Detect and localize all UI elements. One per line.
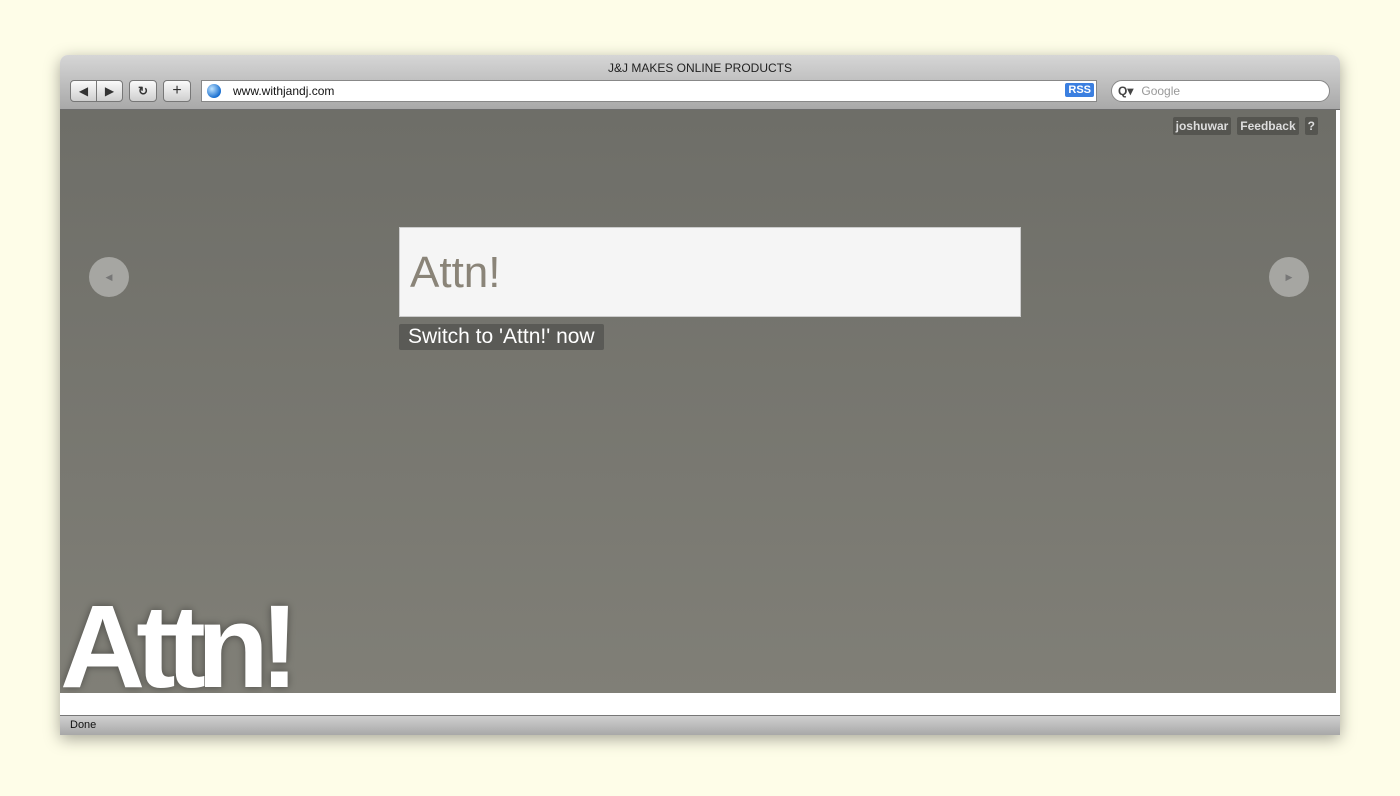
help-link[interactable]: ? [1304,117,1318,135]
feedback-link[interactable]: Feedback [1237,117,1299,135]
status-bar: Done [60,715,1340,735]
address-bar[interactable]: www.withjandj.com RSS [201,80,1097,102]
search-icon: Q▾ [1118,84,1134,98]
page-footer [60,693,1340,715]
search-placeholder: Google [1141,84,1181,98]
product-name-box: Attn! [399,227,1021,317]
window-title: J&J MAKES ONLINE PRODUCTS [607,61,793,75]
back-button[interactable]: ◀ [70,80,97,102]
user-link[interactable]: joshuwar [1172,117,1232,135]
next-arrow-button[interactable]: ▶ [1269,257,1309,297]
attn-logo: Attn! [60,581,299,693]
search-input[interactable]: Q▾ Google [1111,80,1330,102]
page-content: joshuwar Feedback ? ◀ ▶ Attn! Switch to … [60,110,1336,693]
forward-button[interactable]: ▶ [96,80,123,102]
browser-window: J&J MAKES ONLINE PRODUCTS ◀ ▶ ↻ + www.wi… [60,55,1340,735]
add-bookmark-button[interactable]: + [163,80,191,102]
reload-button[interactable]: ↻ [129,80,157,102]
url-text: www.withjandj.com [233,84,335,98]
status-text: Done [70,719,97,731]
switch-button[interactable]: Switch to 'Attn!' now [399,324,604,350]
globe-icon [207,84,221,98]
rss-button[interactable]: RSS [1065,83,1094,97]
prev-arrow-button[interactable]: ◀ [89,257,129,297]
toolbar: J&J MAKES ONLINE PRODUCTS ◀ ▶ ↻ + www.wi… [60,55,1340,110]
